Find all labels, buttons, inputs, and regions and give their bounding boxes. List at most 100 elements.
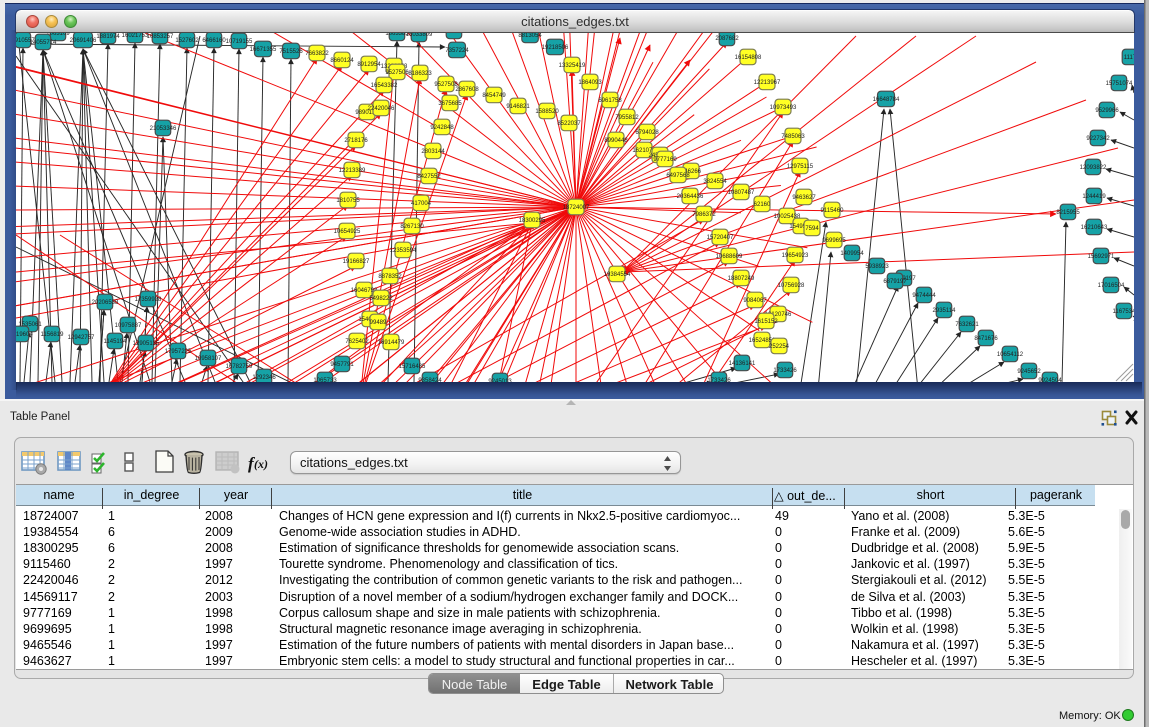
svg-text:1810755: 1810755 (336, 198, 360, 204)
svg-text:7485063: 7485063 (781, 134, 805, 140)
svg-text:10975887: 10975887 (115, 323, 142, 329)
svg-text:6497568: 6497568 (666, 173, 690, 179)
svg-text:1065733: 1065733 (313, 378, 337, 382)
svg-text:8912954: 8912954 (357, 62, 381, 68)
svg-text:9777169: 9777169 (653, 157, 677, 163)
svg-text:8522037: 8522037 (557, 121, 581, 127)
svg-text:1733426: 1733426 (707, 378, 731, 382)
svg-text:12905135: 12905135 (133, 341, 160, 347)
svg-text:7632621: 7632621 (955, 322, 979, 328)
svg-text:2935114: 2935114 (933, 308, 957, 314)
svg-text:1881974: 1881974 (96, 34, 120, 40)
svg-text:12093822: 12093822 (1080, 165, 1107, 171)
svg-text:1527602: 1527602 (175, 38, 199, 44)
svg-text:1145194: 1145194 (104, 339, 128, 345)
svg-text:18807249: 18807249 (728, 276, 755, 282)
svg-text:9463627: 9463627 (792, 195, 816, 201)
svg-text:19218506: 19218506 (542, 45, 569, 51)
svg-text:15716485: 15716485 (399, 364, 426, 370)
svg-text:7625402: 7625402 (345, 339, 369, 345)
svg-text:9529966: 9529966 (1095, 108, 1119, 114)
svg-text:10807487: 10807487 (728, 190, 755, 196)
svg-text:16671355: 16671355 (250, 47, 277, 53)
svg-text:8215955: 8215955 (1056, 210, 1080, 216)
svg-text:1244419: 1244419 (1082, 194, 1106, 200)
svg-text:1615152: 1615152 (754, 319, 778, 325)
svg-text:8427552: 8427552 (417, 174, 441, 180)
svg-text:1881930: 1881930 (442, 33, 466, 35)
svg-text:8813054: 8813054 (518, 33, 542, 39)
svg-text:20206538: 20206538 (92, 300, 119, 306)
svg-text:9699695: 9699695 (822, 238, 846, 244)
svg-text:10719155: 10719155 (226, 39, 253, 45)
svg-text:10654925: 10654925 (334, 229, 361, 235)
svg-text:14136141: 14136141 (729, 361, 756, 367)
svg-text:8454749: 8454749 (482, 93, 506, 99)
svg-text:19654923: 19654923 (782, 253, 809, 259)
svg-text:6466160: 6466160 (202, 38, 226, 44)
svg-text:9227342: 9227342 (1086, 136, 1110, 142)
svg-text:7594: 7594 (805, 226, 819, 232)
svg-text:16543382: 16543382 (371, 83, 398, 89)
svg-text:1864093: 1864093 (578, 80, 602, 86)
svg-text:1156819: 1156819 (41, 332, 65, 338)
svg-text:20691406: 20691406 (70, 38, 97, 44)
svg-text:16782759: 16782759 (226, 364, 253, 370)
svg-text:1117: 1117 (1124, 55, 1134, 61)
svg-text:15751074: 15751074 (1106, 81, 1133, 87)
svg-text:1733426: 1733426 (773, 368, 797, 374)
svg-text:10654112: 10654112 (997, 352, 1024, 358)
svg-text:16648784: 16648784 (873, 97, 900, 103)
svg-text:17016504: 17016504 (1098, 283, 1125, 289)
svg-text:2803144: 2803144 (421, 149, 445, 155)
svg-text:12353594: 12353594 (390, 248, 417, 254)
svg-text:10973493: 10973493 (770, 105, 797, 111)
svg-text:17359928: 17359928 (135, 297, 162, 303)
svg-text:99489: 99489 (370, 320, 387, 326)
svg-text:10688609: 10688609 (716, 254, 743, 260)
svg-text:9084067: 9084067 (743, 298, 767, 304)
svg-text:9474444: 9474444 (912, 293, 936, 299)
svg-text:9457791: 9457791 (330, 362, 354, 368)
svg-text:1588520: 1588520 (535, 109, 559, 115)
svg-text:13325419: 13325419 (559, 63, 586, 69)
svg-text:12213389: 12213389 (339, 168, 366, 174)
svg-text:19166827: 19166827 (343, 259, 370, 265)
svg-text:3919604: 3919604 (16, 332, 33, 338)
svg-text:9358424: 9358424 (418, 378, 442, 382)
svg-text:15692971: 15692971 (1088, 254, 1115, 260)
svg-text:1167534: 1167534 (1113, 309, 1134, 315)
svg-text:16154808: 16154808 (735, 55, 762, 61)
svg-text:2718176: 2718176 (344, 138, 368, 144)
svg-text:6879197: 6879197 (883, 279, 907, 285)
svg-text:417004: 417004 (411, 201, 432, 207)
svg-text:9146821: 9146821 (506, 104, 530, 110)
svg-text:9527506: 9527506 (385, 70, 409, 76)
svg-text:5938923: 5938923 (865, 264, 889, 270)
svg-text:8267130: 8267130 (400, 224, 424, 230)
svg-text:1409954: 1409954 (840, 251, 864, 257)
svg-text:7663822: 7663822 (305, 51, 329, 57)
svg-text:20364436: 20364436 (677, 194, 704, 200)
svg-text:6961758: 6961758 (598, 98, 622, 104)
svg-text:12213967: 12213967 (754, 80, 781, 86)
svg-text:7515526: 7515526 (279, 49, 303, 55)
svg-text:9924504: 9924504 (1038, 378, 1062, 382)
svg-text:7357224: 7357224 (445, 48, 469, 54)
svg-text:8878352: 8878352 (378, 274, 402, 280)
svg-text:8990448: 8990448 (604, 138, 628, 144)
svg-text:16210643: 16210643 (1081, 225, 1108, 231)
svg-text:3675685: 3675685 (438, 101, 462, 107)
svg-text:16021753: 16021753 (122, 33, 149, 39)
svg-text:9115460: 9115460 (821, 208, 845, 214)
svg-text:2867608: 2867608 (455, 87, 479, 93)
svg-text:6794028: 6794028 (635, 130, 659, 136)
svg-text:8660124: 8660124 (330, 58, 354, 64)
svg-text:8186323: 8186323 (408, 71, 432, 77)
svg-text:12942757: 12942757 (68, 335, 95, 341)
svg-text:7955812: 7955812 (615, 115, 639, 121)
svg-text:1292346: 1292346 (252, 375, 276, 381)
svg-text:252254: 252254 (769, 344, 790, 350)
svg-text:62160: 62160 (754, 202, 771, 208)
svg-text:22420046: 22420046 (368, 106, 395, 112)
